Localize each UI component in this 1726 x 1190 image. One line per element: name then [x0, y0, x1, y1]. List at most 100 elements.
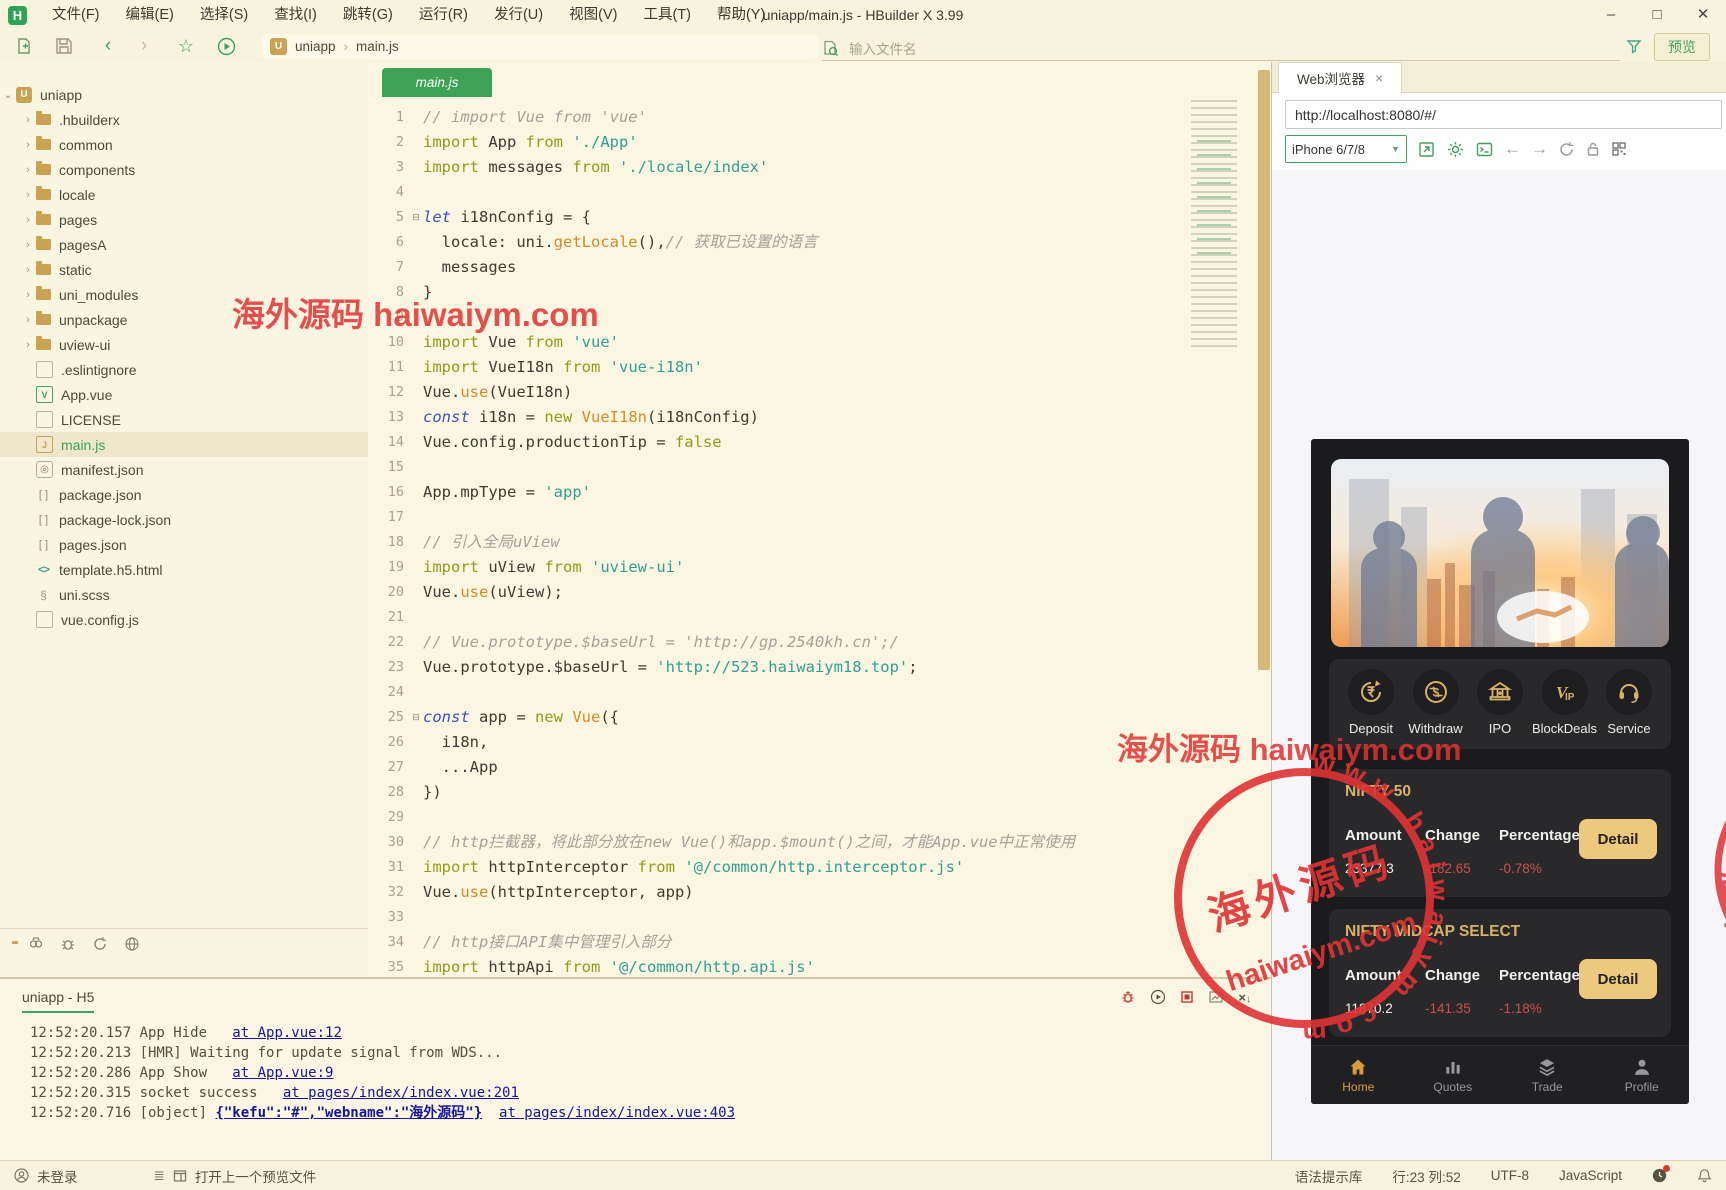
tree-folder-static[interactable]: › static	[0, 257, 368, 282]
menu-item-3[interactable]: 查找(I)	[261, 0, 330, 30]
tree-file-main.js[interactable]: Jmain.js	[0, 432, 368, 457]
run-console-icon[interactable]	[1150, 989, 1166, 1005]
login-status[interactable]: 未登录	[37, 1166, 78, 1186]
close-tab-icon[interactable]: ×	[1375, 71, 1383, 86]
encoding[interactable]: UTF-8	[1491, 1168, 1529, 1183]
tree-folder-pages[interactable]: › pages	[0, 207, 368, 232]
preview-window-icon[interactable]	[173, 1169, 187, 1183]
code-editor[interactable]: main.js 1 // import Vue from 'vue' 2 import…	[368, 62, 1271, 977]
menu-item-8[interactable]: 工具(T)	[630, 0, 704, 30]
user-icon[interactable]	[14, 1168, 29, 1183]
fold-marker-icon[interactable]: ⊟	[409, 705, 423, 730]
tree-file-LICENSE[interactable]: LICENSE	[0, 407, 368, 432]
nav-item-home[interactable]: Home	[1311, 1046, 1406, 1104]
file-search-input[interactable]: 输入文件名	[822, 36, 1620, 61]
stop-icon[interactable]	[1180, 990, 1194, 1004]
editor-scrollbar[interactable]	[1258, 62, 1270, 977]
qr-code-icon[interactable]	[1611, 141, 1627, 157]
tree-folder-unpackage[interactable]: › unpackage	[0, 307, 368, 332]
history-clock-icon[interactable]	[1652, 1165, 1670, 1183]
tree-file-template.h5.html[interactable]: <> template.h5.html	[0, 557, 368, 582]
tree-root-uniapp[interactable]: ⌄ Uuniapp	[0, 82, 368, 107]
breadcrumb-project[interactable]: uniapp	[295, 39, 336, 54]
tree-folder-.hbuilderx[interactable]: › .hbuilderx	[0, 107, 368, 132]
quick-action-deposit[interactable]: Deposit	[1339, 669, 1403, 749]
tree-file-package-lock.json[interactable]: [ ] package-lock.json	[0, 507, 368, 532]
log-source-link[interactable]: at App.vue:9	[232, 1065, 333, 1081]
task-list-icon[interactable]: ≣	[154, 1168, 165, 1184]
nav-item-quotes[interactable]: Quotes	[1406, 1046, 1501, 1104]
syntax-library[interactable]: 语法提示库	[1295, 1166, 1363, 1186]
clear-console-icon[interactable]: ×↓	[1238, 990, 1251, 1005]
open-previous-preview[interactable]: 打开上一个预览文件	[195, 1166, 317, 1186]
forward-button[interactable]: ›	[132, 34, 156, 58]
debug-icon[interactable]	[60, 936, 76, 952]
code-area[interactable]: 1 // import Vue from 'vue' 2 import App fro…	[368, 105, 1271, 977]
menu-item-5[interactable]: 运行(R)	[406, 0, 481, 30]
preview-button[interactable]: 预览	[1654, 33, 1710, 61]
nav-item-trade[interactable]: Trade	[1500, 1046, 1595, 1104]
terminal-icon[interactable]	[1475, 140, 1494, 159]
tree-folder-common[interactable]: › common	[0, 132, 368, 157]
language-mode[interactable]: JavaScript	[1559, 1168, 1622, 1183]
tree-folder-uni_modules[interactable]: › uni_modules	[0, 282, 368, 307]
lock-icon[interactable]	[1585, 141, 1601, 157]
url-input[interactable]: http://localhost:8080/#/	[1285, 100, 1722, 129]
tree-file-package.json[interactable]: [ ] package.json	[0, 482, 368, 507]
tree-file-uni.scss[interactable]: § uni.scss	[0, 582, 368, 607]
device-selector[interactable]: iPhone 6/7/8 ▼	[1285, 135, 1407, 163]
fold-marker-icon[interactable]: ⊟	[409, 205, 423, 230]
menu-item-4[interactable]: 跳转(G)	[330, 0, 406, 30]
menu-item-6[interactable]: 发行(U)	[481, 0, 556, 30]
tree-file-vue.config.js[interactable]: vue.config.js	[0, 607, 368, 632]
cursor-position[interactable]: 行:23 列:52	[1392, 1166, 1460, 1186]
menu-item-0[interactable]: 文件(F)	[39, 0, 113, 30]
maximize-button[interactable]: □	[1634, 0, 1680, 30]
minimap[interactable]	[1191, 100, 1253, 352]
tree-file-.eslintignore[interactable]: .eslintignore	[0, 357, 368, 382]
web-icon[interactable]	[124, 936, 140, 952]
tree-file-manifest.json[interactable]: ◎ manifest.json	[0, 457, 368, 482]
tree-file-App.vue[interactable]: V App.vue	[0, 382, 368, 407]
breadcrumb[interactable]: U uniapp › main.js	[262, 34, 818, 59]
quick-action-blockdeals[interactable]: V IP BlockDeals	[1532, 669, 1597, 749]
log-source-link[interactable]: at pages/index/index.vue:201	[283, 1085, 519, 1101]
reload-icon[interactable]	[1558, 141, 1575, 158]
tree-folder-components[interactable]: › components	[0, 157, 368, 182]
menu-item-7[interactable]: 视图(V)	[556, 0, 630, 30]
favorite-star-icon[interactable]: ☆	[174, 34, 198, 58]
filter-icon[interactable]	[1622, 34, 1646, 58]
log-source-link[interactable]: at App.vue:12	[232, 1025, 342, 1041]
gear-icon[interactable]	[1446, 140, 1465, 159]
quick-action-service[interactable]: Service	[1597, 669, 1661, 749]
new-file-button[interactable]	[12, 34, 36, 58]
nav-forward-icon[interactable]: →	[1531, 139, 1548, 159]
console-tab[interactable]: uniapp - H5	[22, 989, 95, 1013]
refresh-icon[interactable]	[92, 936, 108, 952]
tab-main-js[interactable]: main.js	[382, 68, 492, 97]
log-object-link[interactable]: {"kefu":"#","webname":"海外源码"}	[215, 1105, 482, 1121]
tree-folder-pagesA[interactable]: › pagesA	[0, 232, 368, 257]
save-button[interactable]	[52, 34, 76, 58]
nav-back-icon[interactable]: ←	[1504, 139, 1521, 159]
back-button[interactable]: ‹	[96, 34, 120, 58]
home-banner-image[interactable]	[1331, 459, 1669, 647]
open-external-icon[interactable]	[1417, 140, 1436, 159]
tab-web-browser[interactable]: Web浏览器 ×	[1278, 62, 1402, 93]
minimize-button[interactable]: –	[1588, 0, 1634, 30]
quick-action-ipo[interactable]: IPO	[1468, 669, 1532, 749]
menu-item-9[interactable]: 帮助(Y)	[704, 0, 778, 30]
scrollbar-thumb[interactable]	[1258, 70, 1270, 670]
close-button[interactable]: ✕	[1680, 0, 1726, 30]
search-files-icon[interactable]	[28, 936, 44, 952]
tree-folder-locale[interactable]: › locale	[0, 182, 368, 207]
notification-bell-icon[interactable]	[1697, 1168, 1712, 1183]
log-source-link[interactable]: at pages/index/index.vue:403	[499, 1105, 735, 1121]
menu-item-2[interactable]: 选择(S)	[187, 0, 261, 30]
detail-button[interactable]: Detail	[1579, 819, 1657, 859]
run-button[interactable]	[214, 34, 238, 58]
menu-item-1[interactable]: 编辑(E)	[113, 0, 187, 30]
quick-action-withdraw[interactable]: $ Withdraw	[1404, 669, 1468, 749]
export-log-icon[interactable]	[1208, 989, 1224, 1005]
breadcrumb-file[interactable]: main.js	[356, 39, 399, 54]
